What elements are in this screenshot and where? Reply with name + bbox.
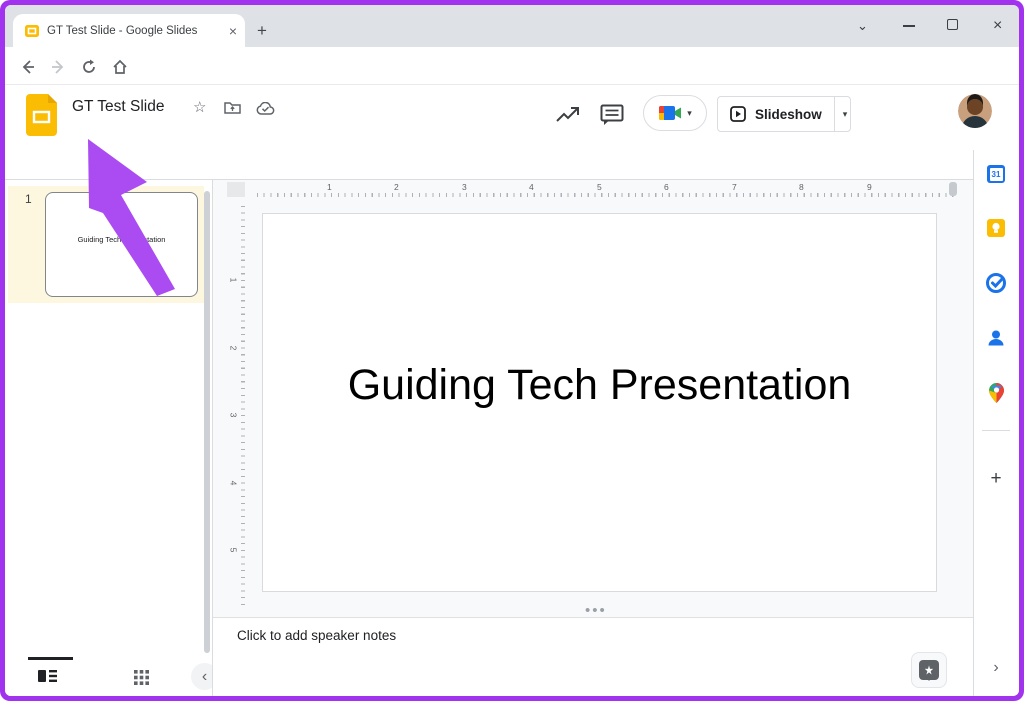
tab-strip: GT Test Slide - Google Slides × + ⌄ × [5,5,1019,47]
ruler-corner [227,182,245,197]
explore-button[interactable]: ★ [911,652,947,688]
explore-icon: ★ [919,660,939,680]
comment-history-icon[interactable] [600,104,624,126]
sidebar-divider-line [982,430,1010,431]
document-title[interactable]: GT Test Slide [72,98,164,116]
cloud-status-icon[interactable] [256,102,275,115]
present-icon [730,106,746,122]
active-view-indicator [28,657,73,660]
apps-sidebar: 31 + › [974,150,1019,696]
chevron-right-icon: › [993,659,998,677]
slideshow-button[interactable]: Slideshow [718,97,834,131]
vruler-2: 2 [228,346,238,351]
hruler-1: 1 [327,182,332,192]
sidebar-item-calendar[interactable]: 31 [983,161,1009,187]
slideshow-dropdown[interactable]: ▾ [834,97,856,131]
toolbar: + ▾ ▾ ▾ ▾ Background Layout ▾ Theme Tran… [5,145,973,180]
tasks-icon [986,273,1006,293]
grid-view-icon[interactable] [134,670,149,685]
filmstrip-view-icon[interactable] [38,669,57,683]
show-side-panel-button[interactable]: › [983,655,1009,681]
vruler-1: 1 [228,278,238,283]
hruler-8: 8 [799,182,804,192]
reload-icon[interactable] [81,59,97,75]
horizontal-ruler: 1 2 3 4 5 6 7 8 9 [257,182,957,197]
hruler-6: 6 [664,182,669,192]
move-folder-icon[interactable] [224,101,241,115]
slides-header: GT Test Slide ☆ File Edit View Insert Fo… [5,85,1019,145]
maximize-button[interactable] [947,19,958,30]
slide-canvas[interactable]: Guiding Tech Presentation [262,213,937,592]
sidebar-item-maps[interactable] [983,380,1009,406]
plus-icon: + [990,468,1001,490]
window-close-button[interactable]: × [993,17,1002,35]
new-tab-button[interactable]: + [257,21,267,41]
slideshow-caret-icon: ▾ [843,109,848,120]
slides-logo[interactable] [26,94,57,136]
thumbnail-title-text: Guiding Tech Presentation [78,235,166,244]
vruler-3: 3 [228,413,238,418]
sidebar-item-contacts[interactable] [983,325,1009,351]
browser-tab[interactable]: GT Test Slide - Google Slides × [13,14,245,47]
minimize-button[interactable] [903,25,915,27]
meet-dropdown-icon: ▾ [687,108,692,119]
vertical-ruler: 1 2 3 4 5 [231,201,245,605]
get-addons-button[interactable]: + [983,466,1009,492]
slideshow-button-group: Slideshow ▾ [717,96,851,132]
address-bar: docs.google.com/presentation/d/1UJF4I2V8… [5,47,1019,85]
speaker-notes-area[interactable]: Click to add speaker notes ★ [213,618,973,696]
filmstrip-scrollbar[interactable] [204,191,210,653]
slideshow-label: Slideshow [755,107,822,122]
canvas-scrollbar[interactable] [949,182,957,196]
sidebar-item-tasks[interactable] [983,270,1009,296]
activity-dashboard-icon[interactable] [555,105,581,125]
calendar-icon: 31 [987,165,1005,183]
home-icon[interactable] [112,59,128,75]
maps-icon [989,383,1004,403]
hruler-7: 7 [732,182,737,192]
slide-title-text[interactable]: Guiding Tech Presentation [348,361,852,410]
vruler-4: 4 [228,481,238,486]
hruler-2: 2 [394,182,399,192]
hruler-4: 4 [529,182,534,192]
google-meet-icon [658,104,682,122]
slides-favicon [25,24,39,38]
screenshot-purple-frame: GT Test Slide - Google Slides × + ⌄ × do… [0,0,1024,701]
tab-search-icon[interactable]: ⌄ [857,18,868,34]
tab-title: GT Test Slide - Google Slides [47,25,223,37]
meet-button[interactable]: ▾ [643,95,707,131]
forward-icon[interactable] [50,59,66,75]
tab-close-icon[interactable]: × [229,23,237,39]
chevron-left-icon: ‹ [202,668,207,686]
sidebar-item-keep[interactable] [983,215,1009,241]
keep-icon [987,219,1005,237]
calendar-date: 31 [990,168,1003,181]
sparkle-icon: ★ [924,663,934,678]
hruler-9: 9 [867,182,872,192]
filmstrip-panel: 1 Guiding Tech Presentation ‹ [5,180,212,696]
hruler-5: 5 [597,182,602,192]
speaker-notes-placeholder[interactable]: Click to add speaker notes [237,628,396,643]
back-icon[interactable] [20,59,36,75]
slide-number: 1 [25,192,32,206]
browser-window: GT Test Slide - Google Slides × + ⌄ × do… [5,5,1019,696]
account-avatar[interactable] [958,94,992,128]
hruler-3: 3 [462,182,467,192]
star-document-icon[interactable]: ☆ [193,98,206,116]
vruler-5: 5 [228,548,238,553]
slide-thumbnail[interactable]: Guiding Tech Presentation [45,192,198,297]
contacts-icon [987,329,1005,347]
